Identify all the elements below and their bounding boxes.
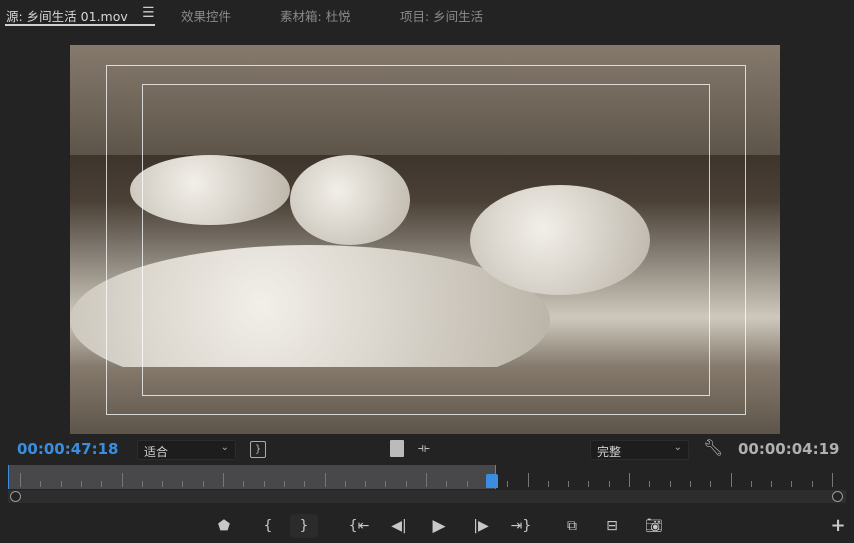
ruler-tick (527, 473, 529, 487)
mark-out-button[interactable]: } (290, 514, 318, 538)
ruler-tick (750, 481, 752, 487)
ruler-tick (324, 473, 326, 487)
ruler-tick (507, 481, 509, 487)
ruler-tick (20, 473, 21, 487)
ruler-tick (689, 481, 691, 487)
ruler-tick (669, 481, 671, 487)
step-back-button[interactable]: ◀| (385, 514, 413, 538)
drag-video-icon[interactable] (390, 440, 404, 457)
active-tab-underline (5, 24, 155, 26)
ruler-tick (162, 481, 164, 487)
ruler-tick (649, 481, 651, 487)
ruler-tick (832, 473, 833, 487)
ruler-tick (60, 481, 62, 487)
ruler-tick (385, 481, 387, 487)
mark-in-button[interactable]: { (254, 514, 282, 538)
go-to-in-button[interactable]: {⇤ (345, 514, 373, 538)
ruler-tick (446, 481, 448, 487)
ruler-tick (608, 481, 610, 487)
ruler-tick (426, 473, 427, 487)
playback-resolution-select[interactable]: 完整 ⌄ (590, 440, 689, 460)
title-safe-margin (142, 84, 710, 396)
playhead-handle[interactable] (486, 474, 498, 488)
tab-project[interactable]: 项目: 乡间生活 (400, 6, 483, 25)
ruler-tick (344, 481, 346, 487)
ruler-tick (141, 481, 143, 487)
playback-resolution-value: 完整 (597, 445, 622, 459)
tab-source[interactable]: 源: 乡间生活 01.mov (6, 6, 128, 25)
drag-audio-icon[interactable]: ⟛ (418, 441, 430, 456)
ruler-tick (568, 481, 570, 487)
wrench-icon[interactable]: 🔧︎ (703, 438, 723, 457)
ruler-tick (182, 481, 184, 487)
add-marker-button[interactable]: ⬟ (210, 514, 238, 538)
go-to-out-button[interactable]: ⇥} (507, 514, 535, 538)
duration-timecode: 00:00:04:19 (738, 440, 840, 458)
ruler-tick (466, 481, 468, 487)
ruler-tick (243, 481, 245, 487)
panel-tabs: 源: 乡间生活 01.mov ☰ 效果控件 素材箱: 杜悦 项目: 乡间生活 (0, 0, 854, 30)
ruler-tick (811, 481, 813, 487)
ruler-tick (283, 481, 285, 487)
chevron-down-icon: ⌄ (220, 442, 229, 453)
ruler-tick (202, 481, 204, 487)
scrollbar-left-handle[interactable] (10, 491, 21, 502)
insert-button[interactable]: ⧉ (558, 514, 586, 538)
ruler-tick (629, 473, 630, 487)
overwrite-button[interactable]: ⊟ (598, 514, 626, 538)
ruler-tick (40, 481, 42, 487)
zoom-level-value: 适合 (144, 445, 169, 459)
ruler-tick (405, 481, 407, 487)
ruler-tick (304, 481, 306, 487)
zoom-level-select[interactable]: 适合 ⌄ (137, 440, 236, 460)
ruler-tick (223, 473, 224, 487)
play-button[interactable]: ▶ (425, 514, 453, 538)
ruler-tick (121, 473, 123, 487)
current-timecode[interactable]: 00:00:47:18 (17, 440, 119, 458)
settings-fit-icon[interactable]: } (250, 441, 266, 458)
ruler-tick (101, 481, 103, 487)
ruler-tick (791, 481, 793, 487)
ruler-tick (771, 481, 773, 487)
zoom-scrollbar[interactable] (8, 490, 846, 503)
hamburger-icon[interactable]: ☰ (142, 5, 155, 21)
ruler-tick (547, 481, 549, 487)
video-preview[interactable] (70, 45, 780, 434)
export-frame-camera-icon[interactable]: 📷︎ (640, 514, 668, 538)
scrollbar-right-handle[interactable] (832, 491, 843, 502)
ruler-tick (365, 481, 367, 487)
chevron-down-icon: ⌄ (673, 442, 682, 453)
time-ruler[interactable] (8, 465, 838, 489)
add-button-plus-icon[interactable]: + (824, 514, 852, 538)
ruler-tick (80, 481, 82, 487)
ruler-tick (710, 481, 712, 487)
ruler-tick (263, 481, 265, 487)
step-forward-button[interactable]: |▶ (467, 514, 495, 538)
ruler-tick (730, 473, 732, 487)
tab-bin[interactable]: 素材箱: 杜悦 (280, 6, 351, 25)
tab-effect-controls[interactable]: 效果控件 (181, 6, 231, 25)
ruler-tick (588, 481, 590, 487)
